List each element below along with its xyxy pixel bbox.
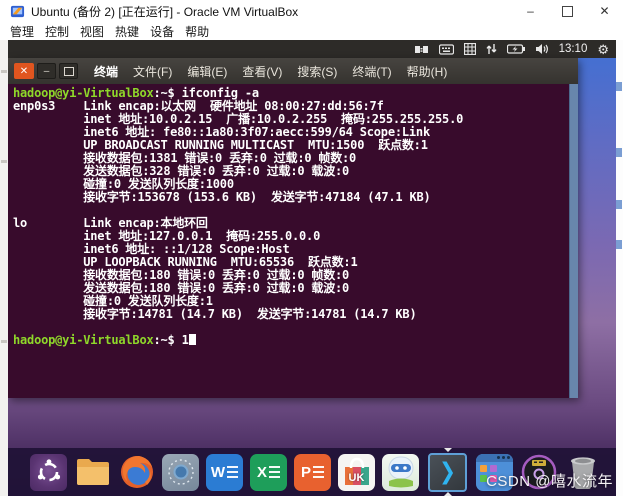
word-doc-lines xyxy=(227,466,238,478)
terminal-body[interactable]: hadoop@yi-VirtualBox:~$ ifconfig -aenp0s… xyxy=(8,84,578,398)
terminal-cursor xyxy=(189,334,196,345)
terminal-menubar: 终端文件(F) 编辑(E) 查看(V) 搜索(S) 终端(T) 帮助(H) xyxy=(94,63,447,80)
vbox-menu-item[interactable]: 视图 xyxy=(80,23,104,40)
terminal-menu-item[interactable]: 终端(T) xyxy=(352,63,391,80)
circle-app-icon[interactable] xyxy=(162,454,199,491)
ubuntu-launcher-icon[interactable] xyxy=(30,454,67,491)
minimize-button[interactable]: – xyxy=(512,0,549,22)
terminal-window: ✕ – 终端文件(F) 编辑(E) 查看(V) 搜索(S) 终端(T) 帮助(H) had… xyxy=(8,58,578,398)
powerpoint-icon[interactable]: P xyxy=(294,454,331,491)
host-background-right xyxy=(616,40,623,500)
terminal-menu-item[interactable]: 帮助(H) xyxy=(407,63,448,80)
terminal-maximize-button[interactable] xyxy=(59,63,78,79)
terminal-titlebar[interactable]: ✕ – 终端文件(F) 编辑(E) 查看(V) 搜索(S) 终端(T) 帮助(H) xyxy=(8,58,578,84)
vbox-menu-item[interactable]: 设备 xyxy=(150,23,174,40)
terminal-menu-item[interactable]: 终端 xyxy=(94,63,118,80)
vbox-menu-item[interactable]: 控制 xyxy=(45,23,69,40)
csdn-watermark: CSDN @嘻水流年 xyxy=(486,470,613,491)
virtualbox-titlebar: Ubuntu (备份 2) [正在运行] - Oracle VM Virtual… xyxy=(0,0,623,22)
close-button[interactable]: ✕ xyxy=(586,0,623,22)
virtualbox-logo-icon xyxy=(10,4,25,19)
terminal-maximize-icon xyxy=(64,67,74,76)
host-background-left xyxy=(0,40,8,500)
excel-icon[interactable]: X xyxy=(250,454,287,491)
terminal-menu-item[interactable]: 文件(F) xyxy=(133,63,172,80)
battery-icon[interactable] xyxy=(507,44,525,54)
volume-icon[interactable] xyxy=(535,43,549,55)
keyboard-icon[interactable] xyxy=(439,44,454,55)
input-switcher-icon[interactable] xyxy=(415,44,429,55)
maximize-icon xyxy=(562,6,573,17)
terminal-minimize-button[interactable]: – xyxy=(37,63,56,79)
panel-clock[interactable]: 13:10 xyxy=(559,43,588,55)
word-icon[interactable]: W xyxy=(206,454,243,491)
terminal-chevron-glyph: ❯ xyxy=(439,461,456,484)
terminal-dock-icon[interactable]: ❯ xyxy=(428,453,467,492)
host-background-bottom xyxy=(0,496,623,500)
terminal-menu-item[interactable]: 编辑(E) xyxy=(187,63,227,80)
excel-grid-lines xyxy=(269,466,280,478)
vbox-menu-item[interactable]: 热键 xyxy=(115,23,139,40)
powerpoint-doc-lines xyxy=(313,466,324,478)
powerpoint-letter: P xyxy=(301,464,311,481)
active-window-indicator-bottom xyxy=(444,492,452,496)
robot-app-icon[interactable] xyxy=(382,454,419,491)
maximize-button[interactable] xyxy=(549,0,586,22)
screenshot-root: Ubuntu (备份 2) [正在运行] - Oracle VM Virtual… xyxy=(0,0,623,500)
excel-letter: X xyxy=(257,464,267,481)
firefox-icon[interactable] xyxy=(118,454,155,491)
session-gear-icon[interactable]: ⚙ xyxy=(597,43,609,56)
terminal-line: 接收字节:153678 (153.6 KB) 发送字节:47184 (47.1 … xyxy=(13,191,566,204)
terminal-output: hadoop@yi-VirtualBox:~$ ifconfig -aenp0s… xyxy=(13,87,566,347)
vbox-menu-item[interactable]: 帮助 xyxy=(185,23,209,40)
terminal-close-button[interactable]: ✕ xyxy=(14,63,34,79)
terminal-scrollbar[interactable] xyxy=(569,84,578,398)
terminal-line: hadoop@yi-VirtualBox:~$ 1 xyxy=(13,334,566,347)
terminal-dock-slot: ❯ xyxy=(426,448,469,496)
software-store-icon[interactable]: UK xyxy=(338,454,375,491)
input-method-panel-icon[interactable] xyxy=(464,43,476,55)
network-traffic-icon[interactable] xyxy=(486,43,497,55)
terminal-menu-item[interactable]: 查看(V) xyxy=(242,63,282,80)
virtualbox-menubar: 管理控制视图热键设备帮助 xyxy=(0,22,623,40)
store-uk-label: UK xyxy=(338,472,375,484)
ubuntu-top-panel: 13:10 ⚙ xyxy=(8,40,616,58)
window-title: Ubuntu (备份 2) [正在运行] - Oracle VM Virtual… xyxy=(31,3,298,20)
vm-display: 13:10 ⚙ ✕ – 终端文件(F) 编辑(E) 查看(V) 搜索(S) 终端(T) 帮… xyxy=(8,40,616,496)
vbox-menu-item[interactable]: 管理 xyxy=(10,23,34,40)
word-letter: W xyxy=(211,464,225,481)
terminal-line: 接收字节:14781 (14.7 KB) 发送字节:14781 (14.7 KB… xyxy=(13,308,566,321)
files-icon[interactable] xyxy=(74,454,111,491)
active-window-indicator-top xyxy=(444,448,452,452)
terminal-menu-item[interactable]: 搜索(S) xyxy=(297,63,337,80)
app-window-dots xyxy=(497,456,510,459)
